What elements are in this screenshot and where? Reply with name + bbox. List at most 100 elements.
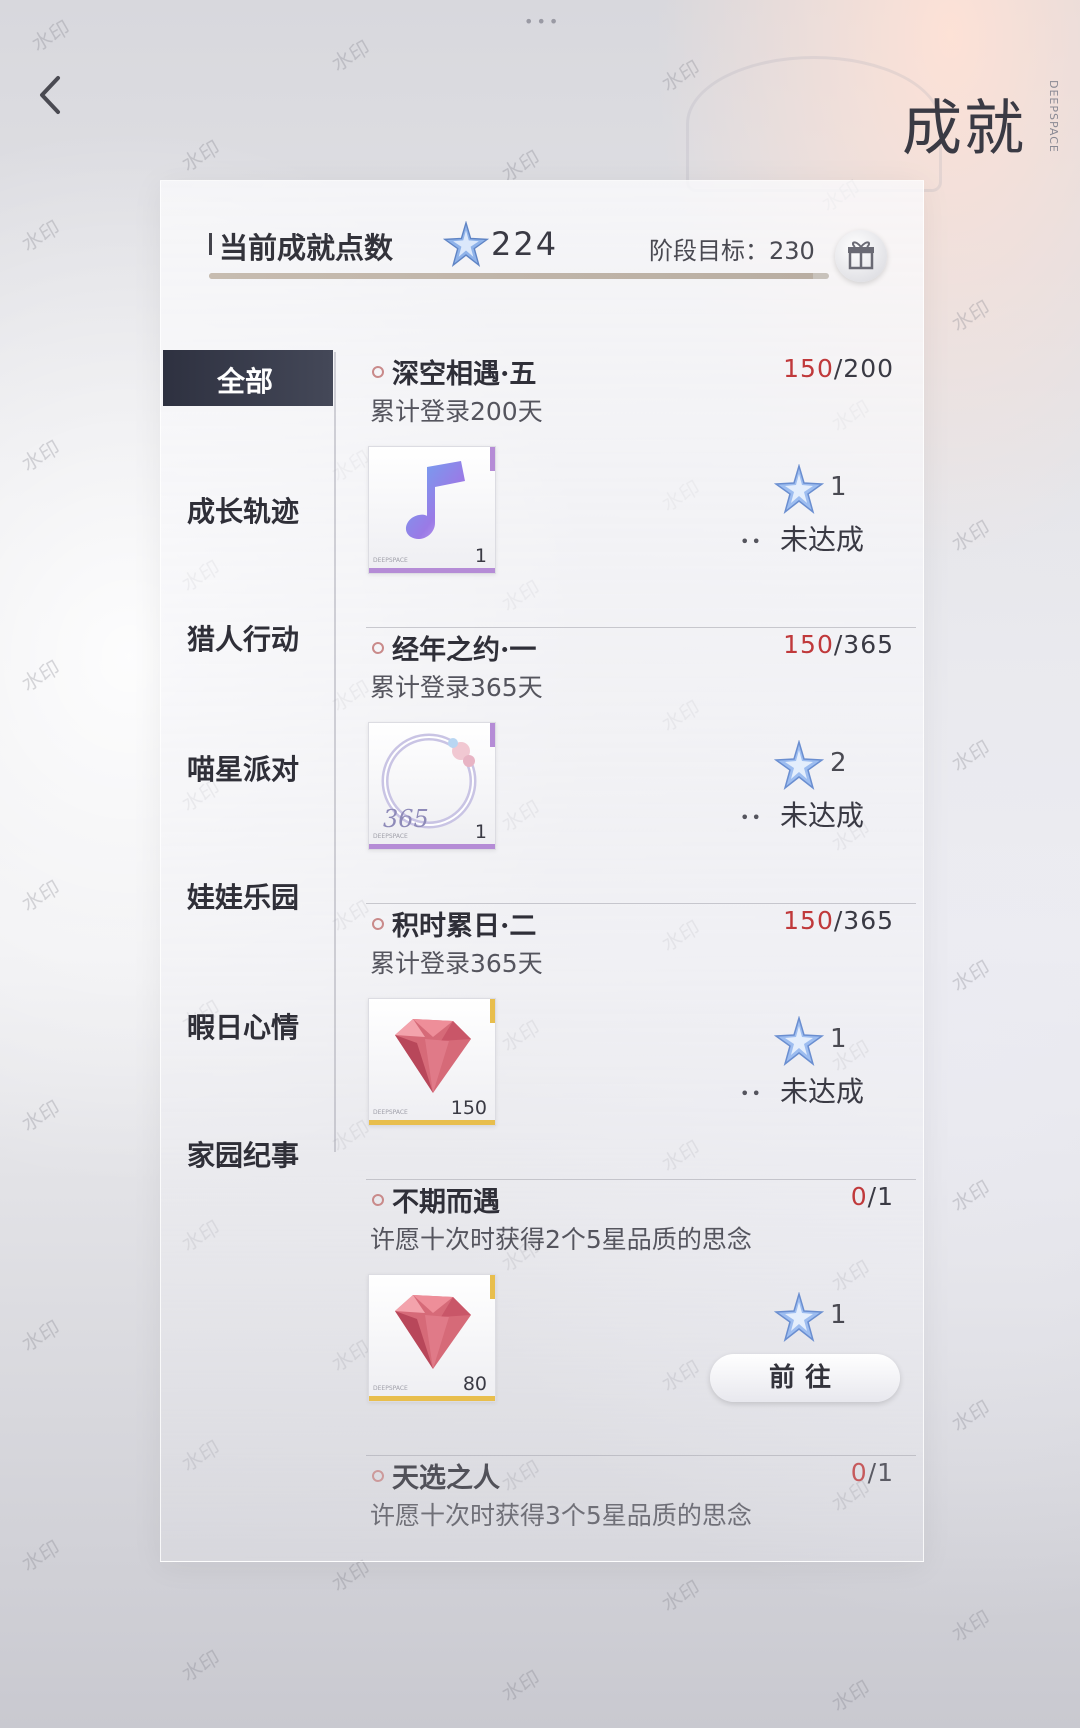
sidebar-item-growth[interactable]: 成长轨迹	[163, 480, 333, 536]
achievement-desc: 累计登录365天	[370, 673, 543, 702]
sidebar-item-home-chronicle[interactable]: 家园纪事	[163, 1124, 333, 1180]
watermark-text: 水印	[947, 515, 995, 557]
bullet-icon	[372, 1194, 384, 1206]
reward-tag: DEEPSPACE	[373, 1385, 408, 1392]
bullet-icon	[372, 1470, 384, 1482]
achievement-item: 不期而遇 0/1 许愿十次时获得2个5星品质的思念 DEEPSPACE 80 1…	[366, 1180, 916, 1456]
watermark-text: 水印	[17, 1095, 65, 1137]
diamond-icon	[395, 1019, 471, 1093]
music-note-icon	[405, 461, 465, 540]
points-progress-bar	[209, 273, 829, 279]
achievement-title: 经年之约·一	[392, 635, 537, 666]
watermark-text: 水印	[17, 215, 65, 257]
progress-current: 150	[783, 906, 834, 935]
star-icon	[774, 1292, 824, 1342]
go-button[interactable]: 前往	[710, 1354, 900, 1402]
achievement-desc: 许愿十次时获得2个5星品质的思念	[370, 1225, 752, 1254]
achievement-item: 经年之约·一 150/365 累计登录365天 365 DEEPSPACE 1 …	[366, 628, 916, 904]
sidebar-item-hunter[interactable]: 猎人行动	[163, 608, 333, 664]
rarity-tag	[490, 1275, 495, 1299]
watermark-text: 水印	[947, 1605, 995, 1647]
reward-item[interactable]: DEEPSPACE 150	[368, 998, 496, 1126]
achievement-title: 不期而遇	[392, 1187, 500, 1218]
drag-handle[interactable]: •••	[524, 12, 561, 31]
achievement-points: 1	[830, 1024, 847, 1054]
sidebar-item-doll-park[interactable]: 娃娃乐园	[163, 866, 333, 922]
sidebar-item-label: 娃娃乐园	[187, 881, 300, 914]
achievement-progress: 150/365	[783, 906, 894, 935]
watermark-text: 水印	[947, 1395, 995, 1437]
gift-icon	[848, 241, 874, 270]
bullet-icon	[372, 366, 384, 378]
progress-total: /1	[867, 1182, 894, 1211]
achievement-item: 深空相遇·五 150/200 累计登录200天 DEEPSPACE 1 1 ••…	[366, 352, 916, 628]
progress-current: 0	[850, 1182, 868, 1211]
rarity-bar	[369, 1396, 495, 1401]
bullet-icon	[372, 642, 384, 654]
page-title: 成就	[902, 94, 1026, 164]
achievement-item: 天选之人 0/1 许愿十次时获得3个5星品质的思念	[366, 1456, 916, 1536]
status-not-achieved: 未达成	[780, 799, 865, 832]
sidebar-item-label: 喵星派对	[187, 753, 300, 786]
reward-item[interactable]: 365 DEEPSPACE 1	[368, 722, 496, 850]
sidebar-item-meow-party[interactable]: 喵星派对	[163, 738, 333, 794]
points-label: 当前成就点数	[219, 231, 394, 265]
achievement-title: 积时累日·二	[392, 911, 537, 942]
reward-tag: DEEPSPACE	[373, 557, 408, 564]
watermark-text: 水印	[17, 1315, 65, 1357]
sidebar-item-label: 全部	[217, 365, 274, 398]
watermark-text: 水印	[947, 1175, 995, 1217]
reward-item[interactable]: DEEPSPACE 1	[368, 446, 496, 574]
achievement-progress: 150/365	[783, 630, 894, 659]
title-marker	[209, 233, 212, 255]
achievement-desc: 累计登录365天	[370, 949, 543, 978]
progress-current: 150	[783, 630, 834, 659]
reward-quantity: 1	[474, 821, 487, 843]
star-icon	[774, 740, 824, 790]
sidebar-item-label: 猎人行动	[187, 623, 300, 656]
achievement-item: 积时累日·二 150/365 累计登录365天 DEEPSPACE 150 1 …	[366, 904, 916, 1180]
achievement-title: 深空相遇·五	[392, 359, 537, 390]
rarity-tag	[490, 723, 495, 747]
frame-text: 365	[383, 805, 429, 833]
achievement-points: 1	[830, 472, 847, 502]
progress-total: /200	[833, 354, 894, 383]
sidebar-item-leisure-mood[interactable]: 暇日心情	[163, 996, 333, 1052]
brand-logo: DEEPSPACE	[1047, 80, 1060, 153]
watermark-text: 水印	[17, 435, 65, 477]
stage-reward-button[interactable]	[835, 230, 887, 282]
progress-total: /365	[833, 630, 894, 659]
achievement-title: 天选之人	[392, 1463, 500, 1494]
stage-goal-value: 230	[769, 237, 815, 265]
points-value: 224	[491, 225, 559, 263]
achievement-progress: 150/200	[783, 354, 894, 383]
achievement-desc: 许愿十次时获得3个5星品质的思念	[370, 1501, 752, 1530]
achievement-points: 2	[830, 748, 847, 778]
reward-tag: DEEPSPACE	[373, 1109, 408, 1116]
reward-tag: DEEPSPACE	[373, 833, 408, 840]
progress-total: /1	[867, 1458, 894, 1487]
watermark-text: 水印	[827, 1675, 875, 1717]
sidebar-item-label: 家园纪事	[187, 1139, 300, 1172]
progress-current: 0	[850, 1458, 868, 1487]
star-icon	[443, 221, 489, 267]
star-icon	[774, 1016, 824, 1066]
watermark-text: 水印	[657, 1575, 705, 1617]
sidebar-item-all[interactable]: 全部	[163, 350, 333, 406]
back-button[interactable]	[30, 70, 70, 120]
status-not-achieved: 未达成	[780, 1075, 865, 1108]
status-dots-icon: ••	[740, 808, 763, 827]
stage-goal-label: 阶段目标：	[649, 237, 769, 265]
watermark-text: 水印	[947, 295, 995, 337]
sidebar-divider	[334, 352, 336, 1152]
stage-goal: 阶段目标：230	[649, 231, 815, 266]
reward-quantity: 150	[450, 1097, 487, 1119]
rarity-bar	[369, 844, 495, 849]
watermark-text: 水印	[17, 875, 65, 917]
rarity-tag	[490, 999, 495, 1023]
watermark-text: 水印	[17, 1535, 65, 1577]
rarity-tag	[490, 447, 495, 471]
watermark-text: 水印	[497, 1665, 545, 1707]
reward-item[interactable]: DEEPSPACE 80	[368, 1274, 496, 1402]
rarity-bar	[369, 568, 495, 573]
